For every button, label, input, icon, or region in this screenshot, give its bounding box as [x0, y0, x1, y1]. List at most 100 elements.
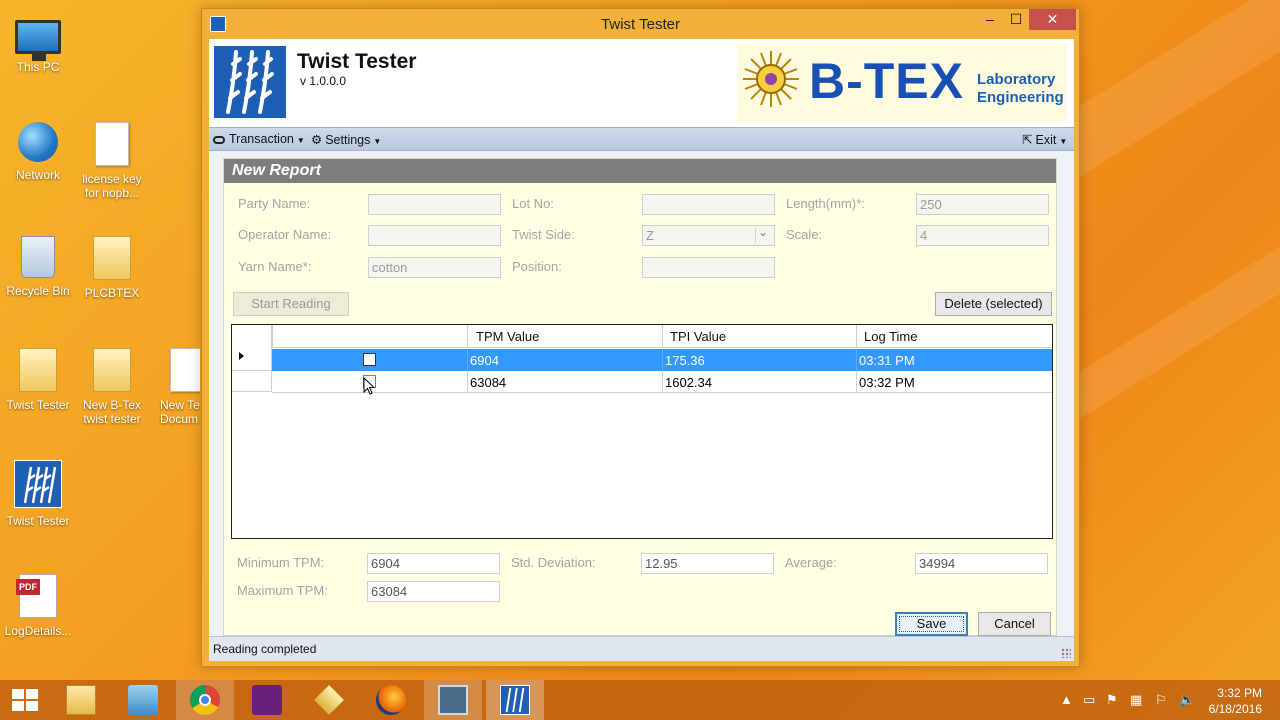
taskbar-file-explorer[interactable]	[52, 680, 110, 720]
cell-divider	[662, 349, 663, 371]
table-row[interactable]: 6904 175.36 03:31 PM	[272, 349, 1052, 371]
desktop-icon-twist-tester-app[interactable]: Twist Tester	[0, 460, 76, 528]
column-header-tpm[interactable]: TPM Value	[476, 329, 539, 344]
cancel-button[interactable]: Cancel	[978, 612, 1051, 636]
taskbar-utility[interactable]	[300, 680, 358, 720]
clock-time: 3:32 PM	[1217, 686, 1262, 700]
taskbar-chrome[interactable]	[176, 680, 234, 720]
resize-grip-icon[interactable]	[1061, 648, 1071, 658]
taskbar: ▲ ▭ ⚑ ▦ ⚐ 🔈 3:32 PM 6/18/2016	[0, 680, 1280, 720]
network-icon	[18, 122, 58, 162]
desktop-icon-new-btex[interactable]: New B-Tex twist tester	[74, 348, 150, 426]
taskbar-twist-tester[interactable]	[486, 680, 544, 720]
show-hidden-icons-button[interactable]: ▲	[1060, 692, 1073, 707]
close-button[interactable]: ✕	[1029, 9, 1076, 30]
desktop-icon-this-pc[interactable]: This PC	[0, 12, 76, 74]
window-title: Twist Tester	[601, 16, 680, 33]
header-divider	[856, 325, 857, 348]
scale-label: Scale:	[786, 227, 823, 242]
title-bar[interactable]: Twist Tester – ☐ ✕	[202, 9, 1079, 39]
desktop-icon-twist-tester-folder[interactable]: Twist Tester	[0, 348, 76, 412]
folder-icon	[66, 685, 96, 715]
desktop-icon-plcbtex[interactable]: PLCBTEX	[74, 236, 150, 300]
recycle-bin-icon	[21, 236, 55, 278]
cell-divider	[856, 371, 857, 393]
std-deviation-field[interactable]: 12.95	[641, 553, 774, 574]
tpm-cell: 63084	[470, 375, 507, 390]
menu-transaction[interactable]: Transaction ▼	[213, 132, 305, 146]
folder-icon	[93, 348, 131, 392]
maximize-button[interactable]: ☐	[1003, 9, 1029, 30]
visual-studio-icon	[252, 685, 282, 715]
party-name-field[interactable]	[368, 194, 501, 215]
position-field[interactable]	[642, 257, 775, 278]
document-icon	[170, 348, 200, 392]
scale-field[interactable]: 4	[916, 225, 1049, 246]
system-clock[interactable]: 3:32 PM 6/18/2016	[1209, 685, 1262, 717]
windows-logo-icon	[12, 689, 38, 711]
desktop-icon-license-key[interactable]: license key for nopb...	[74, 122, 150, 200]
menu-exit[interactable]: ⇱ Exit ▼	[1022, 132, 1067, 147]
twist-logo-icon	[214, 46, 286, 118]
desktop-icon-label: LogDetails...	[4, 624, 72, 638]
caret-down-icon: ▼	[296, 136, 305, 145]
minimize-button[interactable]: –	[977, 9, 1003, 30]
column-header-tpi[interactable]: TPI Value	[670, 329, 726, 344]
mouse-cursor-icon	[363, 377, 375, 395]
taskbar-media[interactable]	[424, 680, 482, 720]
pdf-tag: PDF	[16, 579, 40, 595]
party-name-label: Party Name:	[238, 196, 311, 211]
desktop-icon-network[interactable]: Network	[0, 122, 76, 182]
operator-name-label: Operator Name:	[238, 227, 332, 242]
min-tpm-field[interactable]: 6904	[367, 553, 500, 574]
sun-emblem-icon	[743, 51, 799, 107]
operator-name-field[interactable]	[368, 225, 501, 246]
network-tray-icon[interactable]: ▭	[1083, 692, 1095, 708]
current-row-arrow-icon	[239, 352, 244, 360]
start-button[interactable]	[0, 680, 50, 720]
panel-title: New Report	[232, 162, 321, 179]
average-field[interactable]: 34994	[915, 553, 1048, 574]
column-header-log-time[interactable]: Log Time	[864, 329, 917, 344]
desktop-icon-logdetails[interactable]: PDF LogDetails...	[0, 574, 76, 638]
desktop-icon-new-text-document[interactable]: New Te Docum	[148, 348, 200, 426]
length-field[interactable]: 250	[916, 194, 1049, 215]
start-reading-button[interactable]: Start Reading	[233, 292, 349, 316]
gear-icon: ⚙	[311, 133, 323, 147]
app-header: Twist Tester v 1.0.0.0 B-TEX Laboratory	[209, 39, 1074, 127]
volume-tray-icon[interactable]: 🔈	[1179, 692, 1195, 708]
taskbar-tool[interactable]	[114, 680, 172, 720]
desktop-icon-label: Network	[15, 168, 60, 182]
desktop-icon-label: PLCBTEX	[84, 286, 140, 300]
twist-tester-app-icon	[14, 460, 62, 508]
max-tpm-field[interactable]: 63084	[367, 581, 500, 602]
language-tray-icon[interactable]: ▦	[1130, 692, 1142, 708]
action-center-tray-icon[interactable]: ⚐	[1155, 692, 1167, 708]
delete-selected-button[interactable]: Delete (selected)	[935, 292, 1052, 316]
twist-side-label: Twist Side:	[512, 227, 575, 242]
app-version: v 1.0.0.0	[300, 74, 347, 88]
caret-down-icon: ▼	[373, 137, 382, 146]
desktop-icon-recycle-bin[interactable]: Recycle Bin	[0, 236, 76, 298]
window-client: Twist Tester v 1.0.0.0 B-TEX Laboratory	[209, 39, 1074, 661]
table-row[interactable]: 63084 1602.34 03:32 PM	[272, 371, 1052, 393]
brand-name: B-TEX	[809, 53, 964, 109]
brand-tagline: Laboratory Engineering	[977, 71, 1064, 107]
length-label: Length(mm)*:	[786, 196, 865, 211]
brand-line-2: Engineering	[977, 89, 1064, 106]
status-bar: Reading completed	[209, 636, 1074, 661]
lot-no-field[interactable]	[642, 194, 775, 215]
status-text: Reading completed	[213, 642, 317, 656]
yarn-name-field[interactable]: cotton	[368, 257, 501, 278]
yarn-name-label: Yarn Name*:	[238, 259, 312, 274]
taskbar-visual-studio[interactable]	[238, 680, 296, 720]
menu-settings[interactable]: ⚙ Settings ▼	[311, 132, 381, 147]
row-header-column	[232, 325, 272, 392]
taskbar-firefox[interactable]	[362, 680, 420, 720]
twist-side-select[interactable]: Z	[642, 225, 775, 246]
windows-flag-tray-icon[interactable]: ⚑	[1106, 692, 1118, 708]
row-select-checkbox[interactable]	[363, 353, 376, 366]
app-name: Twist Tester	[297, 50, 417, 73]
save-button[interactable]: Save	[895, 612, 968, 636]
cell-divider	[467, 349, 468, 371]
